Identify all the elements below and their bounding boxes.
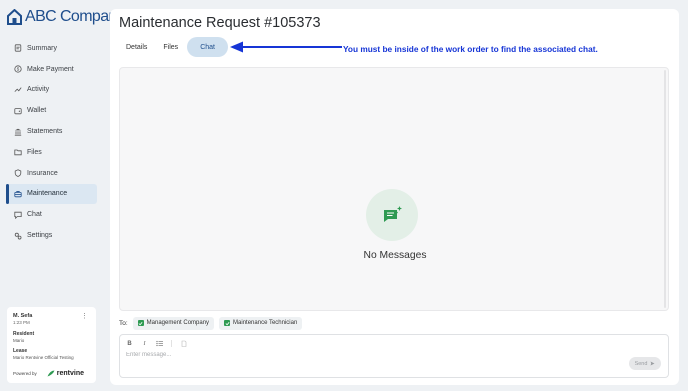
send-arrow-icon [650,361,655,366]
empty-chat-text: No Messages [363,250,427,261]
sidebar-item-settings[interactable]: Settings [6,225,97,246]
formatting-toolbar: B I [126,340,187,347]
files-icon [13,148,22,157]
house-logo-icon [7,9,22,25]
sidebar-item-maintenance[interactable]: Maintenance [6,183,97,205]
sidebar-item-label: Insurance [27,169,58,177]
sidebar-item-statements[interactable]: Statements [6,121,97,142]
send-button[interactable]: Send [629,357,661,370]
annotation-text: You must be inside of the work order to … [343,44,598,54]
sidebar-item-wallet[interactable]: Wallet [6,100,97,121]
powered-by: Powered by rentvine [13,370,91,377]
recipient-chip-management-company[interactable]: Management Company [132,316,215,330]
recipient-label: Management Company [146,320,210,326]
chat-messages-area: No Messages [119,67,669,311]
tab-files[interactable]: Files [156,37,185,57]
main-panel: Maintenance Request #105373 Details File… [110,9,679,385]
checkbox-checked-icon[interactable] [224,320,231,326]
summary-icon [13,44,22,53]
resident-value: Mario [13,338,25,343]
sidebar-item-label: Summary [27,44,57,52]
page-title: Maintenance Request #105373 [119,15,321,31]
tab-details[interactable]: Details [119,37,154,57]
user-time: 1:23 PM [13,320,30,325]
statements-icon [13,127,22,136]
tab-bar: Details Files Chat [119,37,228,57]
toolbar-divider [171,340,172,347]
bullet-list-icon[interactable] [156,340,163,347]
rentvine-wordmark: rentvine [56,370,84,377]
sidebar-item-label: Wallet [27,107,47,115]
sidebar-item-label: Maintenance [27,190,68,198]
italic-button[interactable]: I [141,340,148,347]
sidebar-item-insurance[interactable]: Insurance [6,163,97,184]
wallet-icon [13,106,22,115]
tab-chat[interactable]: Chat [187,37,228,57]
company-logo[interactable]: ABC Company [7,8,125,26]
sidebar-item-label: Statements [27,128,63,136]
resident-label: Resident [13,331,35,337]
sidebar-item-make-payment[interactable]: $ Make Payment [6,59,97,80]
recipient-chip-maintenance-technician[interactable]: Maintenance Technician [219,316,303,330]
more-options-icon[interactable]: ⋮ [81,313,88,320]
attachment-icon[interactable] [180,340,187,347]
empty-chat-icon [366,189,418,241]
lease-value: Mario Rentvine Official Testing [13,355,74,360]
shield-icon [13,169,22,178]
checkbox-checked-icon[interactable] [137,320,144,326]
chat-icon [13,210,22,219]
sidebar-item-activity[interactable]: Activity [6,80,97,101]
rentvine-leaf-icon [47,370,55,377]
dollar-icon: $ [13,65,22,74]
user-name: M. Sefa [13,313,33,319]
svg-text:$: $ [16,67,19,72]
sidebar-nav: Summary $ Make Payment Activity Wallet S… [6,38,97,246]
message-composer: B I Send [119,334,669,378]
activity-icon [13,85,22,94]
chat-scrollbar[interactable] [664,70,666,308]
user-card: M. Sefa 1:23 PM ⋮ Resident Mario Lease M… [7,307,96,383]
annotation-arrow-icon [230,41,342,53]
settings-icon [13,231,22,240]
sidebar-item-summary[interactable]: Summary [6,38,97,59]
rentvine-logo: rentvine [47,370,84,377]
recipients-row: To: Management Company Maintenance Techn… [119,316,303,330]
sidebar-item-label: Files [27,148,42,156]
sidebar-item-label: Make Payment [27,65,74,73]
lease-label: Lease [13,348,28,354]
to-label: To: [119,319,128,327]
sidebar-item-chat[interactable]: Chat [6,204,97,225]
powered-by-label: Powered by [13,371,37,376]
sidebar-item-label: Settings [27,232,53,240]
sidebar-item-label: Activity [27,86,50,94]
message-input[interactable] [126,352,426,358]
sidebar-item-label: Chat [27,211,42,219]
send-label: Send [634,360,648,367]
sidebar-item-files[interactable]: Files [6,142,97,163]
recipient-label: Maintenance Technician [233,320,298,326]
bold-button[interactable]: B [126,340,133,347]
maintenance-icon [13,189,22,198]
